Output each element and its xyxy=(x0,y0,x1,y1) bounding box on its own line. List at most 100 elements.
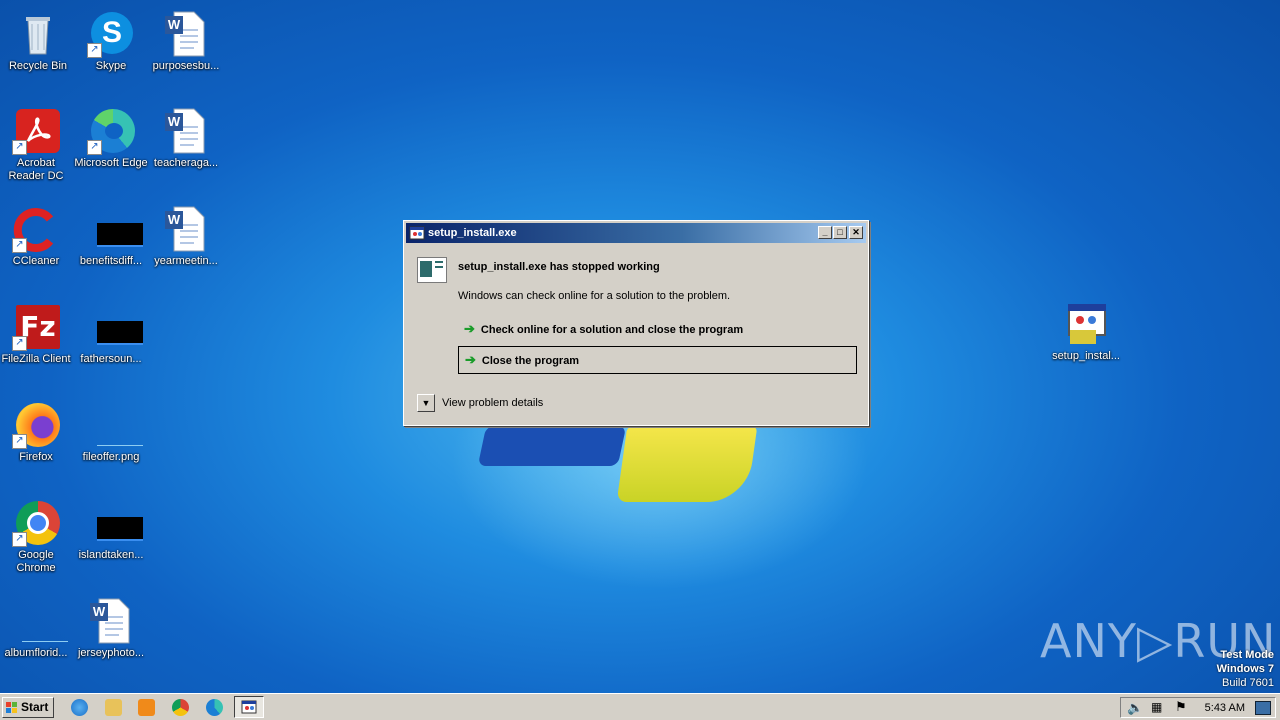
dialog-message: Windows can check online for a solution … xyxy=(458,290,731,302)
desktop-icon-label: benefitsdiff... xyxy=(79,255,143,267)
desktop-icon-label: Google Chrome xyxy=(16,549,56,574)
desktop-icon-ccleaner[interactable]: ↗ CCleaner xyxy=(0,201,74,268)
desktop-icon-label: Skype xyxy=(95,60,127,72)
desktop-icon-acrobat[interactable]: ↗ Acrobat Reader DC xyxy=(0,103,74,183)
desktop-icon-label: setup_instal... xyxy=(1052,350,1120,362)
action-center-flag-icon[interactable]: ⚑ xyxy=(1175,699,1187,715)
desktop-icon-fileoffer[interactable]: fileoffer.png xyxy=(73,397,149,464)
blank-thumbnail-icon xyxy=(97,423,143,446)
desktop-icon-label: fathersoun... xyxy=(80,353,142,365)
filezilla-icon: Fz ↗ xyxy=(12,303,60,351)
black-thumbnail-icon xyxy=(97,517,143,541)
internet-explorer-icon[interactable] xyxy=(71,699,88,716)
start-label: Start xyxy=(21,700,49,714)
desktop-icon-label: islandtaken... xyxy=(78,549,144,561)
word-document-icon: W xyxy=(87,597,135,645)
desktop-icon-jerseyphoto[interactable]: W jerseyphoto... xyxy=(73,593,149,660)
desktop-icon-recycle-bin[interactable]: Recycle Bin xyxy=(0,6,76,73)
desktop-icon-edge[interactable]: ↗ Microsoft Edge xyxy=(73,103,149,170)
desktop-icon-label: FileZilla Client xyxy=(1,353,71,365)
desktop-icon-skype[interactable]: S ↗ Skype xyxy=(73,6,149,73)
shortcut-arrow-icon: ↗ xyxy=(12,140,27,155)
desktop-icon-teacheraga[interactable]: W teacheraga... xyxy=(148,103,224,170)
wallpaper-flag-blue xyxy=(477,426,627,466)
close-program-label: Close the program xyxy=(481,355,580,367)
start-button[interactable]: Start xyxy=(2,697,54,718)
view-details-label[interactable]: View problem details xyxy=(442,397,543,409)
dialog-heading: setup_install.exe has stopped working xyxy=(458,261,660,273)
green-arrow-icon: ➔ xyxy=(464,321,475,336)
desktop-icon-benefitsdiff[interactable]: benefitsdiff... xyxy=(73,201,149,268)
desktop-icon-islandtaken[interactable]: islandtaken... xyxy=(73,495,149,562)
close-program-command[interactable]: ➔ Close the program xyxy=(458,346,857,374)
recycle-bin-icon xyxy=(14,10,62,58)
desktop-icon-label: Recycle Bin xyxy=(8,60,68,72)
desktop-icon-firefox[interactable]: ↗ Firefox xyxy=(0,397,74,464)
installer-icon xyxy=(1062,300,1110,348)
os-build: Build 7601 xyxy=(1222,677,1274,689)
desktop-icon-label: jerseyphoto... xyxy=(77,647,145,659)
minimize-button[interactable]: _ xyxy=(818,226,832,239)
taskbar: Start 🔈 ▦ ⚑ 5:43 AM xyxy=(0,693,1280,720)
shortcut-arrow-icon: ↗ xyxy=(12,238,27,253)
word-document-icon: W xyxy=(162,10,210,58)
black-thumbnail-icon xyxy=(97,223,143,247)
desktop-icon-yearmeetin[interactable]: W yearmeetin... xyxy=(148,201,224,268)
media-player-icon[interactable] xyxy=(138,699,155,716)
os-version: Windows 7 xyxy=(1216,663,1274,675)
dialog-titlebar[interactable]: setup_install.exe _ □ ✕ xyxy=(406,223,866,243)
desktop-icon-label: Acrobat Reader DC xyxy=(8,157,64,182)
shortcut-arrow-icon: ↗ xyxy=(87,43,102,58)
shortcut-arrow-icon: ↗ xyxy=(12,434,27,449)
show-desktop-icon[interactable] xyxy=(1255,701,1271,715)
blank-thumbnail-icon xyxy=(22,619,68,642)
acrobat-icon: ↗ xyxy=(12,107,60,155)
os-test-mode: Test Mode xyxy=(1220,649,1274,661)
desktop-icon-chrome[interactable]: ↗ Google Chrome xyxy=(0,495,74,575)
desktop-icon-label: Firefox xyxy=(19,451,53,463)
desktop-icon-label: yearmeetin... xyxy=(154,255,218,267)
os-info: Test Mode Windows 7 Build 7601 xyxy=(1217,648,1274,690)
firefox-icon: ↗ xyxy=(12,401,60,449)
taskbar-item-setup-install[interactable] xyxy=(234,696,264,718)
chrome-icon[interactable] xyxy=(172,699,189,716)
desktop-icon-fathersoun[interactable]: fathersoun... xyxy=(73,299,149,366)
close-button[interactable]: ✕ xyxy=(849,226,863,239)
green-arrow-icon: ➔ xyxy=(465,352,476,367)
error-dialog: setup_install.exe _ □ ✕ setup_install.ex… xyxy=(403,220,869,426)
word-document-icon: W xyxy=(162,205,210,253)
program-window-icon xyxy=(417,257,447,283)
shortcut-arrow-icon: ↗ xyxy=(87,140,102,155)
desktop-icon-label: albumflorid... xyxy=(4,647,68,659)
windows-flag-icon xyxy=(6,701,18,713)
app-icon xyxy=(409,225,425,241)
check-online-command[interactable]: ➔ Check online for a solution and close t… xyxy=(458,316,857,344)
wallpaper-flag-yellow xyxy=(616,426,758,502)
check-online-label: Check online for a solution and close th… xyxy=(480,324,744,336)
ccleaner-icon: ↗ xyxy=(12,205,60,253)
maximize-button[interactable]: □ xyxy=(833,226,847,239)
system-tray: 🔈 ▦ ⚑ 5:43 AM xyxy=(1120,697,1276,718)
network-icon[interactable]: ▦ xyxy=(1151,700,1162,714)
skype-icon: S ↗ xyxy=(87,10,135,58)
desktop-icon-label: purposesbu... xyxy=(152,60,220,72)
edge-icon[interactable] xyxy=(206,699,223,716)
desktop-icon-filezilla[interactable]: Fz ↗ FileZilla Client xyxy=(0,299,74,366)
shortcut-arrow-icon: ↗ xyxy=(12,336,27,351)
file-explorer-icon[interactable] xyxy=(105,699,122,716)
desktop-icon-label: Microsoft Edge xyxy=(74,157,148,169)
word-document-icon: W xyxy=(162,107,210,155)
volume-icon[interactable]: 🔈 xyxy=(1127,700,1143,716)
shortcut-arrow-icon: ↗ xyxy=(12,532,27,547)
desktop-icon-setup-install[interactable]: setup_instal... xyxy=(1048,296,1124,363)
desktop-icon-label: fileoffer.png xyxy=(82,451,140,463)
taskbar-clock[interactable]: 5:43 AM xyxy=(1205,702,1245,714)
edge-icon: ↗ xyxy=(87,107,135,155)
black-thumbnail-icon xyxy=(97,321,143,345)
desktop-icon-albumflorid[interactable]: albumflorid... xyxy=(0,593,74,660)
desktop-icon-label: teacheraga... xyxy=(153,157,219,169)
desktop-icon-purposesbu[interactable]: W purposesbu... xyxy=(148,6,224,73)
expand-details-button[interactable]: ▼ xyxy=(417,394,435,412)
desktop-icon-label: CCleaner xyxy=(12,255,60,267)
chrome-icon: ↗ xyxy=(12,499,60,547)
